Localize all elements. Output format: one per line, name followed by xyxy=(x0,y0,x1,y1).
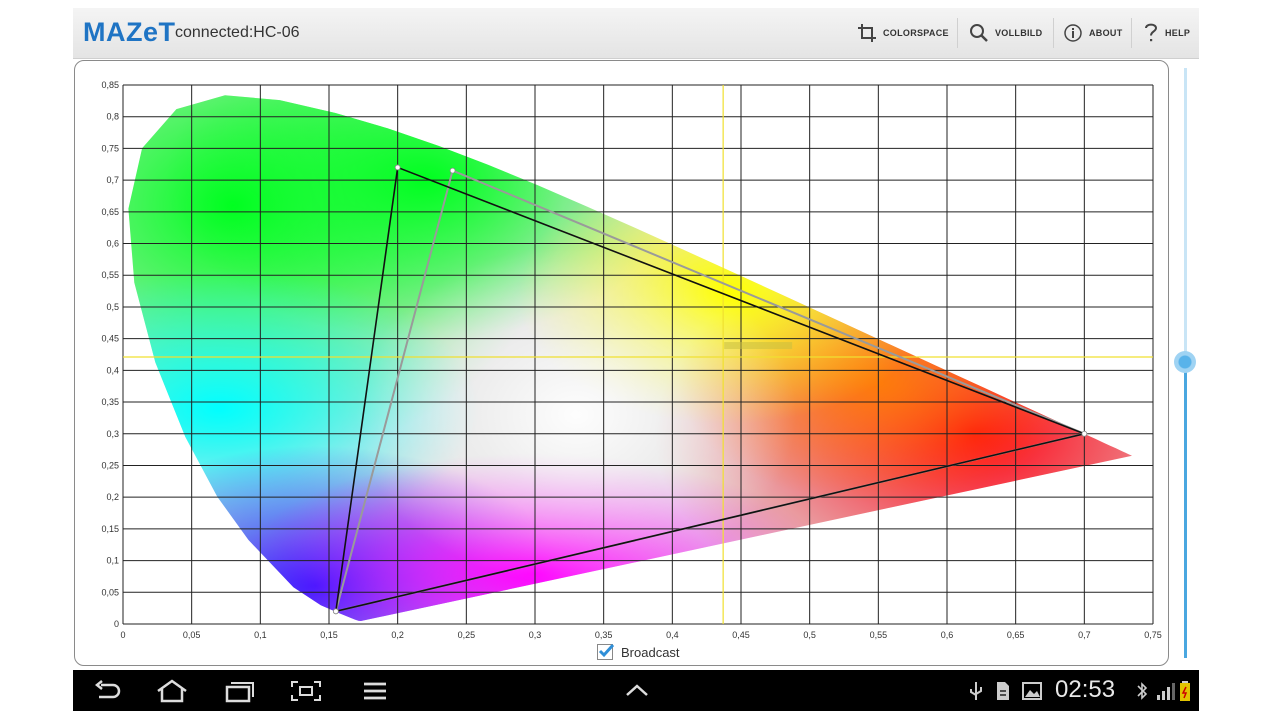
battery-icon xyxy=(1180,681,1190,701)
help-label: HELP xyxy=(1165,28,1191,38)
y-tick-label: 0,3 xyxy=(106,429,119,439)
y-tick-label: 0,45 xyxy=(101,334,119,344)
help-button[interactable]: HELP xyxy=(1143,20,1190,46)
search-icon xyxy=(970,24,988,42)
slider-fill xyxy=(1184,363,1187,658)
info-icon xyxy=(1064,24,1082,42)
y-tick-label: 0,15 xyxy=(101,524,119,534)
y-tick-label: 0 xyxy=(114,619,119,629)
recent-apps-icon[interactable] xyxy=(223,679,255,703)
y-tick-label: 0,5 xyxy=(106,302,119,312)
y-tick-label: 0,25 xyxy=(101,460,119,470)
gamut-secondary-vertex xyxy=(449,167,456,174)
about-label: ABOUT xyxy=(1089,28,1123,38)
y-tick-label: 0,8 xyxy=(106,112,119,122)
y-tick-label: 0,75 xyxy=(101,143,119,153)
y-tick-label: 0,2 xyxy=(106,492,119,502)
action-bar: MAZeT connected:HC-06 COLORSPACE VOLLBIL… xyxy=(73,8,1199,59)
x-tick-label: 0,5 xyxy=(803,630,816,640)
measured-point-marker xyxy=(724,342,793,350)
x-tick-label: 0,25 xyxy=(458,630,476,640)
question-icon xyxy=(1145,23,1158,42)
about-button[interactable]: ABOUT xyxy=(1063,20,1123,46)
spectral-locus xyxy=(128,95,1132,622)
y-tick-label: 0,6 xyxy=(106,239,119,249)
cie-chromaticity-chart[interactable]: 0 0,05 0,1 0,15 0,2 0,25 0,3 0,35 0,4 0,45 0,5 0,55… xyxy=(75,61,1168,665)
broadcast-label: Broadcast xyxy=(621,644,680,660)
image-icon xyxy=(1022,682,1042,700)
x-tick-label: 0,6 xyxy=(941,630,954,640)
x-tick-label: 0,3 xyxy=(529,630,542,640)
divider xyxy=(1053,18,1054,48)
usb-icon xyxy=(970,682,982,700)
back-icon[interactable] xyxy=(93,679,123,703)
y-tick-label: 0,55 xyxy=(101,270,119,280)
y-tick-label: 0,35 xyxy=(101,397,119,407)
x-tick-label: 0,7 xyxy=(1078,630,1091,640)
x-tick-label: 0,55 xyxy=(870,630,888,640)
check-icon xyxy=(598,643,615,658)
divider xyxy=(1131,18,1132,48)
y-tick-label: 0,85 xyxy=(101,80,119,90)
x-tick-label: 0,45 xyxy=(732,630,750,640)
chromaticity-panel: 0 0,05 0,1 0,15 0,2 0,25 0,3 0,35 0,4 0,45 0,5 0,55… xyxy=(74,60,1169,666)
system-navigation-bar: 02:53 xyxy=(73,670,1199,711)
app-logo: MAZeT xyxy=(83,17,176,47)
x-tick-label: 0,35 xyxy=(595,630,613,640)
y-tick-label: 0,65 xyxy=(101,207,119,217)
gamut-primary-vertex xyxy=(332,608,339,615)
divider xyxy=(957,18,958,48)
bluetooth-icon xyxy=(1137,682,1148,700)
x-tick-label: 0,05 xyxy=(183,630,201,640)
x-tick-label: 0,2 xyxy=(391,630,404,640)
app-window: MAZeT connected:HC-06 COLORSPACE VOLLBIL… xyxy=(73,8,1199,711)
chevron-up-icon[interactable] xyxy=(623,679,651,703)
y-tick-label: 0,4 xyxy=(106,365,119,375)
vollbild-label: VOLLBILD xyxy=(995,28,1043,38)
screenshot-icon[interactable] xyxy=(289,679,323,703)
gamut-primary-vertex xyxy=(1081,430,1088,437)
vollbild-button[interactable]: VOLLBILD xyxy=(969,20,1042,46)
y-tick-label: 0,1 xyxy=(106,556,119,566)
colorspace-label: COLORSPACE xyxy=(883,28,949,38)
x-tick-label: 0 xyxy=(120,630,125,640)
slider-thumb[interactable] xyxy=(1174,351,1196,373)
home-icon[interactable] xyxy=(155,679,189,703)
y-axis-ticks: 0 0,05 0,1 0,15 0,2 0,25 0,3 0,35 0,4 0,45 0,5 0,55… xyxy=(101,80,119,629)
signal-icon xyxy=(1157,683,1175,700)
colorspace-button[interactable]: COLORSPACE xyxy=(857,20,949,46)
x-axis-ticks: 0 0,05 0,1 0,15 0,2 0,25 0,3 0,35 0,4 0,45 0,5 0,55… xyxy=(120,630,1161,640)
x-tick-label: 0,1 xyxy=(254,630,267,640)
y-tick-label: 0,7 xyxy=(106,175,119,185)
gamut-primary-vertex xyxy=(394,164,401,171)
x-tick-label: 0,65 xyxy=(1007,630,1025,640)
x-tick-label: 0,4 xyxy=(666,630,679,640)
broadcast-checkbox[interactable]: Broadcast xyxy=(597,643,680,660)
y-tick-label: 0,05 xyxy=(101,587,119,597)
checkbox-box[interactable] xyxy=(597,643,615,660)
x-tick-label: 0,75 xyxy=(1144,630,1162,640)
clock: 02:53 xyxy=(1055,676,1116,703)
document-icon xyxy=(997,682,1009,700)
crop-icon xyxy=(858,24,876,42)
x-tick-label: 0,15 xyxy=(320,630,338,640)
connection-status: connected:HC-06 xyxy=(175,24,300,41)
menu-icon[interactable] xyxy=(361,679,389,703)
